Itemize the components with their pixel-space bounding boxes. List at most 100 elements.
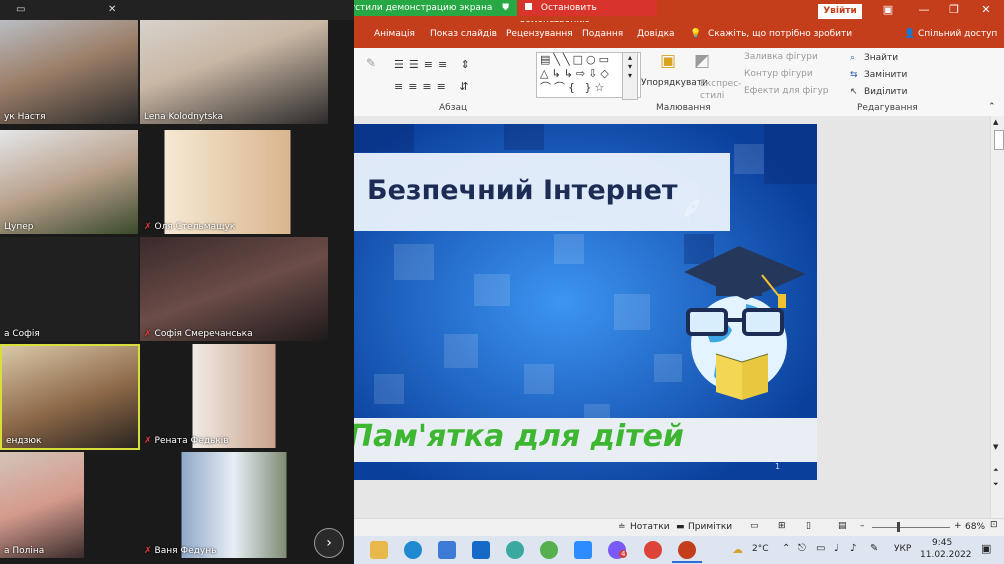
- participant-name: Цупер: [4, 222, 34, 232]
- next-slide-icon[interactable]: ⏷: [993, 480, 999, 489]
- notes-button[interactable]: Нотатки: [630, 522, 670, 532]
- active-app-indicator: [672, 561, 702, 563]
- pen-icon[interactable]: ✎: [870, 543, 878, 554]
- show-hidden-icons[interactable]: ⌃: [782, 543, 790, 554]
- participant-tile-active-speaker[interactable]: ендзюк: [0, 344, 140, 450]
- participant-tile[interactable]: а Поліна: [0, 452, 84, 558]
- edge-icon[interactable]: [404, 541, 422, 559]
- store-icon[interactable]: [438, 541, 456, 559]
- app-w-icon[interactable]: [506, 541, 524, 559]
- participant-name: ✗ Оля Стельмащук: [144, 222, 235, 232]
- shape-effects-button[interactable]: Ефекти для фігур: [744, 86, 829, 96]
- muted-mic-icon: ✗: [144, 436, 152, 446]
- comments-button[interactable]: Примітки: [688, 522, 732, 532]
- gallery-window-icon[interactable]: ▭: [16, 4, 25, 15]
- clock-time[interactable]: 9:45: [932, 538, 952, 548]
- shape-outline-button[interactable]: Контур фігури: [744, 69, 813, 79]
- tab-animations[interactable]: Анімація: [374, 29, 415, 39]
- scroll-thumb[interactable]: [994, 130, 1004, 150]
- list-icons[interactable]: ☰☰≡≡ ⇕: [394, 58, 475, 71]
- minimize-button[interactable]: —: [914, 3, 934, 17]
- participant-tile[interactable]: ✗ Софія Смеречанська: [140, 237, 328, 341]
- fit-to-window-icon[interactable]: ⊡: [990, 520, 998, 530]
- slideshow-view-icon[interactable]: ▤: [838, 521, 847, 531]
- replace-icon: ⇆: [850, 70, 858, 80]
- weather-temperature[interactable]: 2°C: [752, 544, 769, 554]
- shape-fill-button[interactable]: Заливка фігури: [744, 52, 818, 62]
- paragraph-group-label: Абзац: [439, 103, 468, 113]
- participant-name: ук Настя: [4, 112, 46, 122]
- sign-in-button[interactable]: Увійти: [818, 4, 862, 19]
- participant-tile[interactable]: а Софія: [0, 237, 138, 341]
- zoom-slider[interactable]: [872, 527, 950, 528]
- participant-tile[interactable]: ✗ Оля Стельмащук: [140, 130, 328, 234]
- battery-icon[interactable]: ▭: [816, 543, 825, 554]
- participant-name: ендзюк: [6, 436, 42, 446]
- participant-name-text: Рената Федьків: [154, 436, 229, 446]
- align-icons[interactable]: ≡≡≡≡ ⇵: [394, 80, 474, 93]
- quick-styles-button[interactable]: Експрес- стилі: [700, 78, 741, 102]
- microphone-icon[interactable]: ♩: [834, 543, 839, 554]
- tab-review[interactable]: Рецензування: [506, 29, 573, 39]
- chrome-icon[interactable]: [644, 541, 662, 559]
- arrange-button[interactable]: Упорядкувати: [641, 78, 708, 88]
- close-button[interactable]: ✕: [976, 3, 996, 17]
- clock-date[interactable]: 11.02.2022: [920, 550, 972, 560]
- previous-slide-icon[interactable]: ⏶: [993, 466, 999, 475]
- tab-view[interactable]: Подання: [582, 29, 623, 39]
- slide-sorter-icon[interactable]: ⊞: [778, 521, 786, 531]
- powerpoint-icon[interactable]: [678, 541, 696, 559]
- participant-name: ✗ Софія Смеречанська: [144, 329, 253, 339]
- zoom-out-icon[interactable]: –: [860, 521, 865, 531]
- file-explorer-icon[interactable]: [370, 541, 388, 559]
- language-indicator[interactable]: УКР: [894, 544, 911, 554]
- replace-button[interactable]: Замінити: [864, 70, 907, 80]
- vertical-scrollbar[interactable]: ▲ ▼ ⏶ ⏷: [990, 116, 1004, 518]
- reading-view-icon[interactable]: ▯: [806, 521, 811, 531]
- gallery-close-icon[interactable]: ✕: [108, 4, 116, 15]
- torrent-icon[interactable]: [540, 541, 558, 559]
- slide-title[interactable]: Безпечний Інтернет: [367, 175, 678, 206]
- zoom-in-icon[interactable]: +: [954, 521, 962, 531]
- select-button[interactable]: Виділити: [864, 87, 907, 97]
- shapes-gallery-scroll[interactable]: ▴ ▾ ▾: [622, 52, 638, 100]
- zoom-slider-thumb[interactable]: [897, 522, 900, 532]
- share-button[interactable]: Спільний доступ: [918, 29, 997, 39]
- tab-help[interactable]: Довідка: [637, 29, 675, 39]
- muted-mic-icon: ✗: [144, 329, 152, 339]
- participant-name: ✗ Рената Федьків: [144, 436, 229, 446]
- next-page-chevron-icon[interactable]: ›: [314, 528, 344, 558]
- stop-share-button[interactable]: Остановить демонстрацию: [519, 0, 657, 29]
- scroll-up-icon[interactable]: ▲: [993, 118, 998, 126]
- normal-view-icon[interactable]: ▭: [750, 521, 759, 531]
- zoom-level[interactable]: 68%: [965, 522, 985, 532]
- tell-me-search[interactable]: Скажіть, що потрібно зробити: [708, 29, 852, 39]
- participant-name-text: Оля Стельмащук: [154, 222, 236, 232]
- ribbon-display-options-icon[interactable]: ▣: [878, 3, 898, 17]
- notifications-icon[interactable]: ▣: [981, 542, 991, 555]
- slide-subtitle[interactable]: Пам'ятка для дітей: [348, 419, 684, 454]
- volume-icon[interactable]: ♪: [850, 543, 856, 554]
- participant-tile[interactable]: ук Настя: [0, 20, 138, 124]
- collapse-ribbon-icon[interactable]: ⌃: [988, 102, 996, 112]
- zoom-icon[interactable]: [574, 541, 592, 559]
- slide-number: 1: [775, 462, 781, 471]
- participant-tile[interactable]: Цупер: [0, 130, 138, 234]
- windows-taskbar: 4 ☁ 2°C ⌃ ⎋ ▭ ♩ ♪ ✎ УКР 9:45 11.02.2022 …: [354, 536, 1004, 564]
- ribbon-tabs: Анімація Показ слайдів Рецензування Пода…: [354, 22, 1004, 48]
- restore-button[interactable]: ❐: [944, 3, 964, 17]
- participant-tile[interactable]: Lena Kolodnytska: [140, 20, 328, 124]
- tab-slideshow[interactable]: Показ слайдів: [430, 29, 497, 39]
- find-icon: ⌕: [850, 53, 856, 63]
- scroll-down-icon[interactable]: ▼: [993, 443, 998, 451]
- clear-format-icon[interactable]: ✎: [366, 56, 376, 70]
- participant-name: а Софія: [4, 329, 40, 339]
- drawing-group-label: Малювання: [656, 103, 711, 113]
- weather-icon: ☁: [732, 543, 743, 556]
- mail-icon[interactable]: [472, 541, 490, 559]
- find-button[interactable]: Знайти: [864, 53, 898, 63]
- participant-tile[interactable]: ✗ Ваня Федунь: [140, 452, 328, 558]
- network-icon[interactable]: ⎋: [798, 543, 806, 554]
- select-icon: ↖: [850, 87, 858, 97]
- participant-tile[interactable]: ✗ Рената Федьків: [140, 344, 328, 448]
